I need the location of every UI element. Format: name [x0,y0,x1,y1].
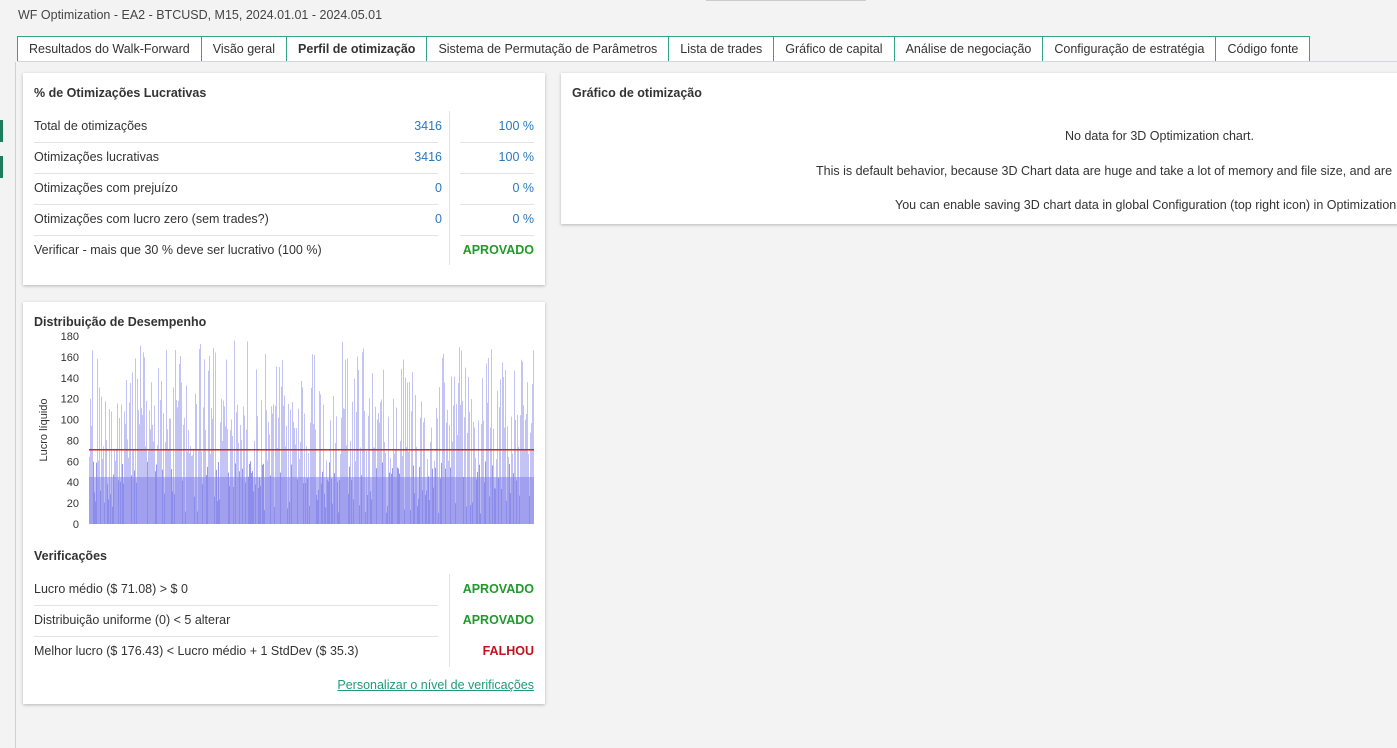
distribution-panel: Distribuição de Desempenho Lucro líquido… [23,302,545,704]
row-percent: 0 % [512,212,534,226]
row-count: 3416 [414,119,442,133]
y-tick-label: 120 [61,394,79,406]
row-label: Otimizações lucrativas [34,150,160,164]
row-percent: 100 % [498,119,534,133]
check-result-badge: APROVADO [462,613,534,627]
y-tick-label: 0 [73,519,79,531]
row-percent: 0 % [512,181,534,195]
panel-title: Gráfico de otimização [572,86,702,100]
tab-5[interactable]: Lista de trades [669,36,775,62]
performance-distribution-chart: Lucro líquido 0 20 40 60 80 100 120 140 160 180 [38,331,534,531]
distribution-low-band [89,477,534,524]
check-result-cell: FALHOU [460,636,534,667]
customize-checks-link[interactable]: Personalizar o nível de verificações [337,678,534,692]
check-row: Lucro médio ($ 71.08) > $ 0 [34,574,438,606]
check-label: Lucro médio ($ 71.08) > $ 0 [34,582,188,596]
row-percent-cell: 100 % [460,111,534,143]
check-result-badge: APROVADO [462,582,534,596]
tab-9[interactable]: Código fonte [1216,36,1311,62]
info-message: You can enable saving 3D chart data in g… [895,198,1397,212]
check-result-cell: APROVADO [460,605,534,636]
y-tick-label: 80 [67,435,79,447]
tab-8[interactable]: Configuração de estratégia [1043,36,1217,62]
y-tick-label: 40 [67,477,79,489]
check-row: Distribuição uniforme (0) < 5 alterar [34,605,438,637]
column-separator [449,111,450,265]
check-label: Melhor lucro ($ 176.43) < Lucro médio + … [34,644,359,658]
no-data-message: No data for 3D Optimization chart. [1065,129,1254,143]
check-row: Verificar - mais que 30 % deve ser lucra… [34,235,438,266]
panel-title: % de Otimizações Lucrativas [34,86,207,100]
check-label: Verificar - mais que 30 % deve ser lucra… [34,243,322,257]
y-tick-label: 160 [61,352,79,364]
row-label: Otimizações com prejuízo [34,181,178,195]
y-tick-label: 100 [61,415,79,427]
row-percent-cell: 0 % [460,173,534,205]
tab-4[interactable]: Sistema de Permutação de Parâmetros [427,36,670,62]
row-label: Total de otimizações [34,119,148,133]
table-row: Otimizações lucrativas 3416 [34,142,442,174]
tab-3[interactable]: Perfil de otimização [287,36,428,62]
table-row: Otimizações com prejuízo 0 [34,173,442,205]
content-left-border [15,62,16,748]
column-separator [449,574,450,667]
row-label: Otimizações com lucro zero (sem trades?) [34,212,269,226]
y-tick-label: 140 [61,373,79,385]
left-edge-marker [0,156,3,178]
optimization-chart-panel: Gráfico de otimização No data for 3D Opt… [561,73,1397,224]
check-result-cell: APROVADO [460,574,534,605]
tab-baseline [17,61,1397,62]
table-row: Otimizações com lucro zero (sem trades?)… [34,204,442,236]
check-row: Melhor lucro ($ 176.43) < Lucro médio + … [34,636,438,667]
check-result-cell: APROVADO [460,235,534,266]
row-percent-cell: 0 % [460,204,534,236]
table-row: Total de otimizações 3416 [34,111,442,143]
tab-1[interactable]: Resultados do Walk-Forward [17,36,202,62]
row-percent: 100 % [498,150,534,164]
window-title: WF Optimization - EA2 - BTCUSD, M15, 202… [18,8,383,22]
row-count: 0 [435,212,442,226]
tab-6[interactable]: Gráfico de capital [774,36,895,62]
tab-bar: Resultados do Walk-Forward Visão geral Per… [17,36,1311,62]
check-result-badge: FALHOU [482,644,534,658]
left-edge-marker [0,120,3,142]
tab-7[interactable]: Análise de negociação [894,36,1044,62]
checks-title: Verificações [34,549,107,563]
row-count: 3416 [414,150,442,164]
tab-2[interactable]: Visão geral [201,36,288,62]
row-count: 0 [435,181,442,195]
check-result-badge: APROVADO [462,243,534,257]
y-tick-label: 180 [61,331,79,343]
profitable-panel: % de Otimizações Lucrativas Total de oti… [23,73,545,285]
y-axis-label: Lucro líquido [38,399,50,462]
window-top-divider [706,0,866,1]
row-percent-cell: 100 % [460,142,534,174]
check-label: Distribuição uniforme (0) < 5 alterar [34,613,231,627]
y-tick-label: 60 [67,456,79,468]
y-tick-label: 20 [67,498,79,510]
info-message: This is default behavior, because 3D Cha… [816,164,1393,178]
